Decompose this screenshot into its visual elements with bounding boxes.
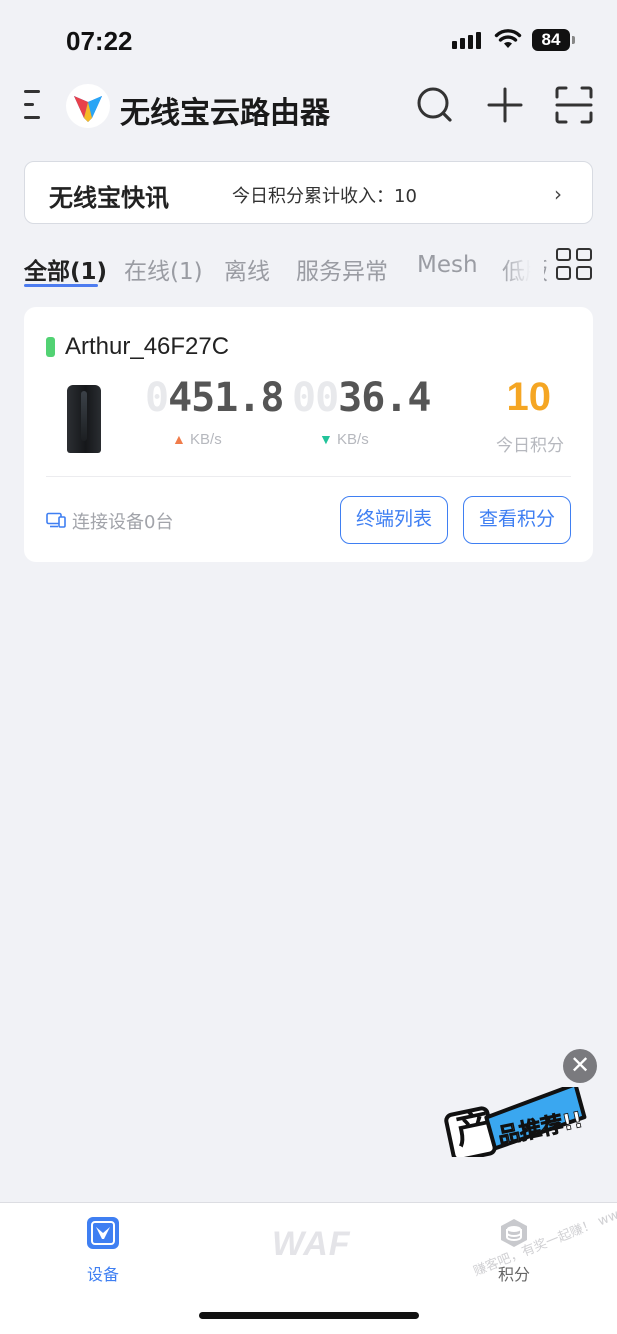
- tab-all[interactable]: 全部(1): [24, 252, 107, 286]
- upload-arrow-icon: ▲: [172, 431, 186, 447]
- upload-unit: ▲ KB/s: [172, 431, 222, 448]
- filter-tabs: 全部(1) 在线(1) 离线 服务异常 Mesh 低版: [0, 246, 617, 294]
- scan-icon[interactable]: [555, 86, 593, 124]
- ad-close-button[interactable]: ✕: [563, 1049, 597, 1083]
- connected-devices-count: 连接设备0台: [72, 512, 174, 533]
- device-card[interactable]: Arthur_46F27C 0451.8 ▲ KB/s 0036.4 ▼ KB/…: [24, 307, 593, 562]
- tab-offline[interactable]: 离线: [224, 252, 270, 286]
- router-image: [67, 385, 101, 453]
- terminal-list-button[interactable]: 终端列表: [340, 496, 448, 544]
- news-text: 今日积分累计收入：10: [232, 186, 417, 207]
- tab-service-error[interactable]: 服务异常: [296, 252, 388, 286]
- download-unit: ▼ KB/s: [319, 431, 369, 448]
- card-divider: [46, 476, 571, 477]
- app-logo: [66, 84, 110, 128]
- view-points-button[interactable]: 查看积分: [463, 496, 571, 544]
- chevron-right-icon: ›: [554, 182, 562, 206]
- menu-icon[interactable]: [24, 88, 46, 122]
- status-bar: 07:22 84: [0, 0, 617, 80]
- status-time: 07:22: [66, 26, 133, 56]
- app-header: 无线宝云路由器: [0, 80, 617, 132]
- news-banner[interactable]: 无线宝快讯 今日积分累计收入：10 ›: [24, 161, 593, 224]
- device-name: Arthur_46F27C: [65, 333, 230, 360]
- product-recommend-badge[interactable]: 产 品推荐!!: [442, 1082, 594, 1162]
- download-speed: 0036.4: [292, 375, 432, 421]
- battery-icon: 84: [532, 29, 575, 51]
- download-arrow-icon: ▼: [319, 431, 333, 447]
- devices-tab-icon: [87, 1217, 119, 1249]
- tab-mesh[interactable]: Mesh: [417, 252, 478, 278]
- waf-logo: WAF: [272, 1225, 351, 1263]
- today-points-value: 10: [506, 375, 552, 419]
- search-icon[interactable]: [416, 86, 454, 124]
- upload-speed: 0451.8: [145, 375, 285, 421]
- tabbar-devices[interactable]: 设备: [63, 1217, 143, 1285]
- today-points-label: 今日积分: [496, 436, 564, 456]
- online-status-indicator: [46, 337, 55, 357]
- tab-active-indicator: [24, 284, 98, 287]
- news-title: 无线宝快讯: [49, 184, 169, 212]
- wifi-icon: [494, 29, 522, 48]
- layout-toggle-icon[interactable]: [556, 248, 592, 282]
- cellular-signal-icon: [452, 32, 481, 49]
- devices-icon: [46, 512, 66, 528]
- add-icon[interactable]: [486, 86, 524, 124]
- app-title: 无线宝云路由器: [120, 96, 330, 131]
- home-indicator: [199, 1312, 419, 1319]
- tab-online[interactable]: 在线(1): [124, 252, 203, 286]
- tabbar-devices-label: 设备: [86, 1265, 119, 1284]
